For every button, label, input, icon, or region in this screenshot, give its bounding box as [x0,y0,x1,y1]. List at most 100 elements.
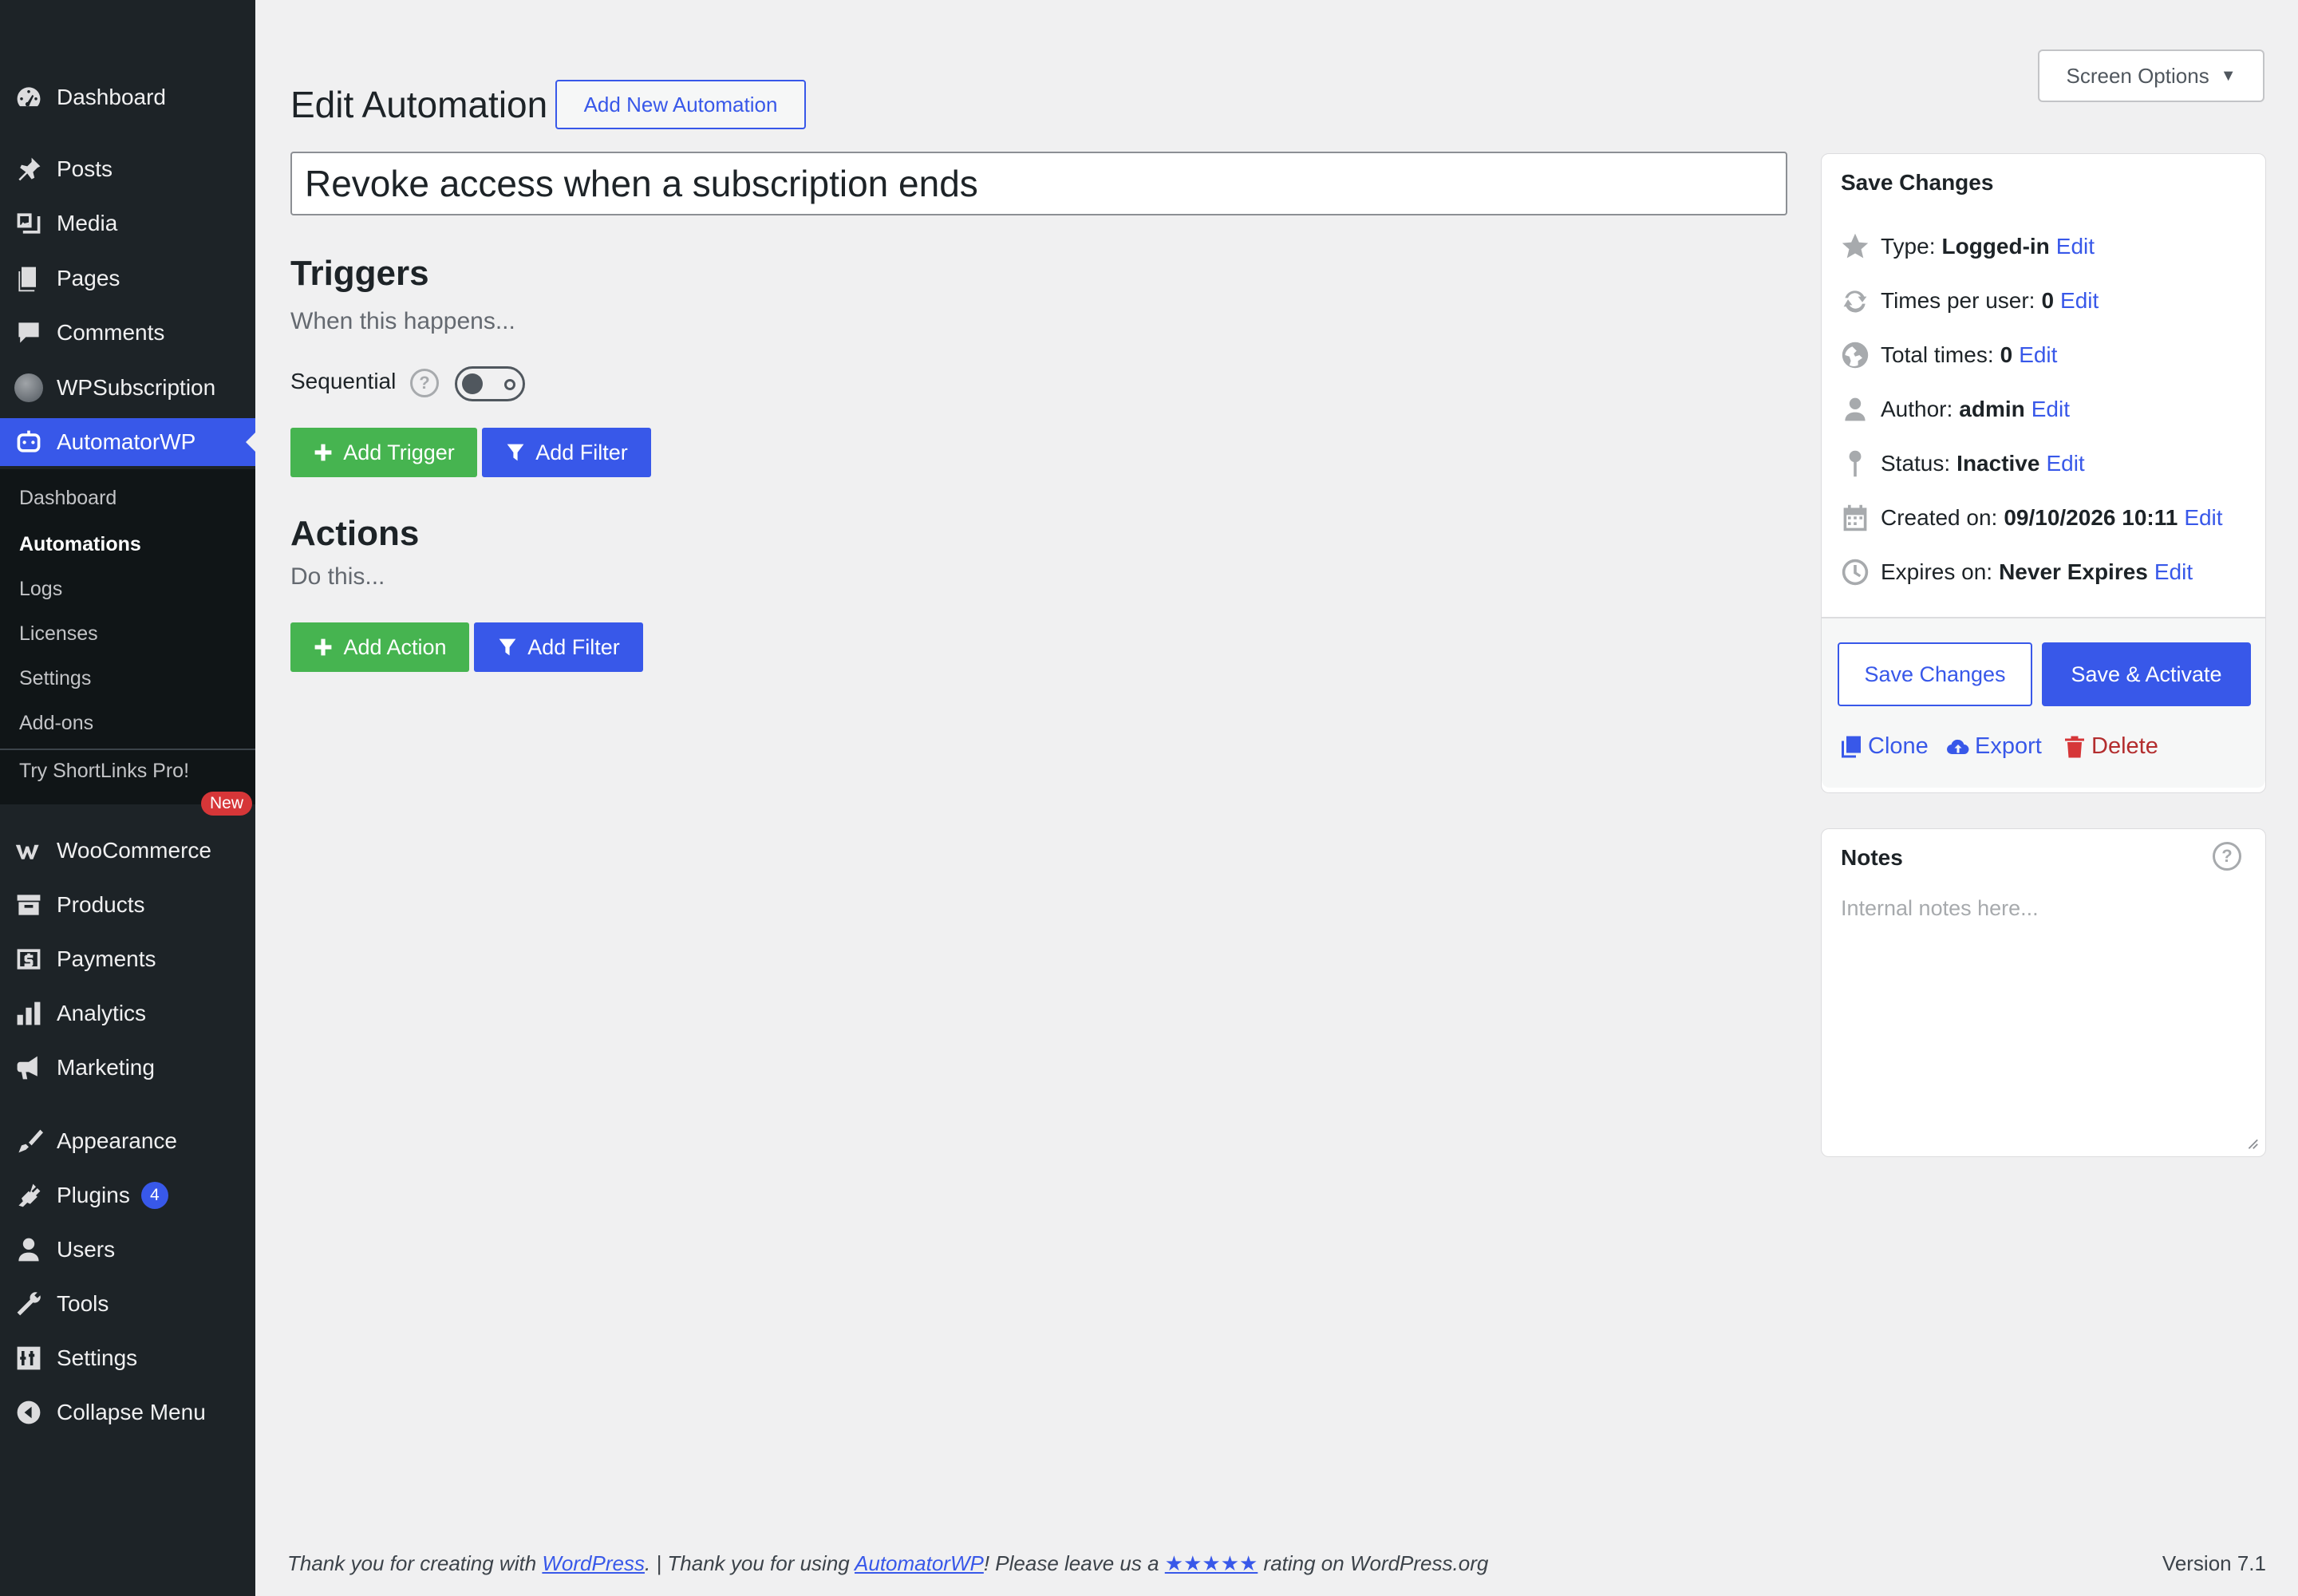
menu-label: AutomatorWP [57,429,196,454]
menu-collapse[interactable]: Collapse Menu [0,1389,255,1436]
megaphone-icon [14,1053,44,1083]
admin-sidebar: Dashboard Posts Media Pages Comments WPS… [0,0,255,1596]
submenu-try-shortlinks[interactable]: Try ShortLinks Pro! [19,760,189,783]
menu-posts[interactable]: Posts [0,145,255,193]
menu-payments[interactable]: Payments [0,935,255,983]
meta-total-times: Total times: 0 Edit [1841,341,2057,369]
menu-label: Products [57,892,145,917]
chart-bar-icon [14,998,44,1029]
edit-author-link[interactable]: Edit [2031,397,2070,422]
menu-settings[interactable]: Settings [0,1334,255,1382]
toggle-off-indicator [504,379,515,390]
menu-users[interactable]: Users [0,1226,255,1274]
help-icon[interactable]: ? [2213,842,2241,871]
wordpress-link[interactable]: WordPress [542,1551,645,1575]
menu-label: Posts [57,156,113,181]
submenu-addons[interactable]: Add-ons [19,712,93,735]
rating-stars-link[interactable]: ★★★★★ [1165,1551,1258,1575]
edit-expires-on-link[interactable]: Edit [2154,559,2193,585]
clone-link[interactable]: Clone [1839,733,1929,760]
edit-created-on-link[interactable]: Edit [2184,505,2222,531]
globe-icon [1842,342,1869,369]
star-icon [1842,233,1869,259]
help-icon[interactable]: ? [410,369,439,397]
screen-options-button[interactable]: Screen Options ▼ [2038,49,2264,102]
pages-icon [14,263,44,294]
meta-status: Status: Inactive Edit [1841,449,2085,478]
plus-icon [315,638,332,656]
menu-label: Pages [57,266,120,290]
trash-icon [2065,736,2084,757]
export-link[interactable]: Export [1946,733,2042,760]
submenu-automations[interactable]: Automations [19,533,141,556]
delete-link[interactable]: Delete [2063,733,2158,760]
menu-label: Appearance [57,1128,178,1153]
resize-handle-icon[interactable] [2245,1136,2259,1150]
edit-status-link[interactable]: Edit [2046,451,2084,476]
add-action-label: Add Action [343,634,447,659]
menu-label: WooCommerce [57,838,211,863]
add-filter-label: Add Filter [527,634,620,659]
edit-times-per-user-link[interactable]: Edit [2060,288,2099,314]
plug-icon [14,1180,44,1211]
edit-total-times-link[interactable]: Edit [2019,342,2057,368]
add-trigger-label: Add Trigger [343,440,455,464]
archive-icon [14,890,44,920]
pin-icon [14,154,44,184]
pin-icon [1849,450,1862,477]
menu-wpsubscription[interactable]: WPSubscription [0,364,255,412]
add-new-automation-button[interactable]: Add New Automation [555,80,806,129]
sequential-label: Sequential [290,369,397,393]
menu-tools[interactable]: Tools [0,1280,255,1328]
add-trigger-button[interactable]: Add Trigger [290,428,477,477]
cloud-upload-icon [1947,739,1969,754]
menu-appearance[interactable]: Appearance [0,1117,255,1165]
actions-subheading: Do this... [290,563,385,590]
filter-icon [507,444,524,461]
sliders-icon [14,1343,44,1373]
submenu-licenses[interactable]: Licenses [19,622,98,646]
notes-panel: Notes ? Internal notes here... [1821,828,2266,1157]
menu-media[interactable]: Media [0,200,255,247]
save-and-activate-button[interactable]: Save & Activate [2042,642,2251,706]
menu-automatorwp[interactable]: AutomatorWP [0,418,255,466]
automation-title-input[interactable]: Revoke access when a subscription ends [290,152,1787,215]
sequential-toggle[interactable] [455,366,525,401]
meta-times-per-user: Times per user: 0 Edit [1841,286,2099,315]
save-changes-button[interactable]: Save Changes [1838,642,2032,706]
menu-marketing[interactable]: Marketing [0,1044,255,1092]
menu-dashboard[interactable]: Dashboard [0,73,255,121]
calendar-icon [1843,504,1867,531]
add-action-button[interactable]: Add Action [290,622,469,672]
footer-thankyou: Thank you for creating with WordPress. |… [287,1551,1489,1575]
wpsubscription-icon [14,373,44,403]
submenu-dashboard[interactable]: Dashboard [19,487,116,510]
refresh-icon [1843,290,1867,313]
dollar-icon [14,944,44,974]
menu-comments[interactable]: Comments [0,309,255,357]
submenu-settings[interactable]: Settings [19,667,91,690]
menu-plugins[interactable]: Plugins 4 [0,1171,255,1219]
submenu-logs[interactable]: Logs [19,578,62,601]
save-panel-title: Save Changes [1841,170,1994,195]
robot-icon [14,427,44,457]
menu-products[interactable]: Products [0,881,255,929]
plugins-update-count: 4 [140,1182,168,1209]
actions-heading: Actions [290,514,420,553]
submenu-separator [0,749,255,750]
add-action-filter-button[interactable]: Add Filter [474,622,643,672]
automatorwp-submenu: Dashboard Automations Logs Licenses Sett… [0,469,255,804]
brush-icon [14,1126,44,1156]
edit-type-link[interactable]: Edit [2056,234,2095,259]
woo-icon [14,836,44,866]
menu-analytics[interactable]: Analytics [0,990,255,1037]
menu-pages[interactable]: Pages [0,255,255,302]
page-title: Edit Automation [290,84,548,125]
triggers-subheading: When this happens... [290,308,515,334]
plus-icon [314,444,332,461]
notes-textarea[interactable]: Internal notes here... [1841,896,2246,921]
menu-label: Users [57,1237,116,1262]
add-trigger-filter-button[interactable]: Add Filter [482,428,651,477]
automatorwp-link[interactable]: AutomatorWP [855,1551,984,1575]
menu-woocommerce[interactable]: WooCommerce [0,827,255,875]
